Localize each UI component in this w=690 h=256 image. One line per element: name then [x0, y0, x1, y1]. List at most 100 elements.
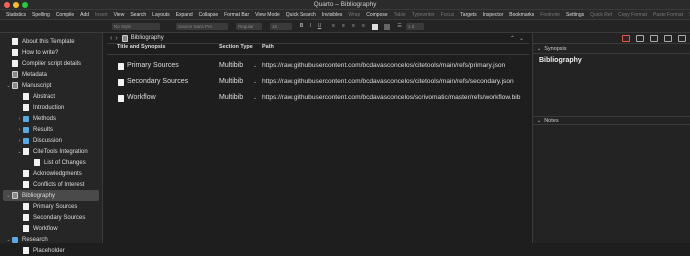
- highlight-color-swatch[interactable]: [384, 23, 390, 30]
- row-path[interactable]: https://raw.githubusercontent.com/bcdava…: [262, 94, 520, 101]
- line-spacing-select[interactable]: 1.0: [406, 23, 424, 30]
- text-color-swatch[interactable]: [372, 23, 378, 30]
- binder-item[interactable]: ⌄ Bibliography: [3, 190, 99, 201]
- back-icon[interactable]: ‹: [110, 35, 112, 42]
- notes-section-header[interactable]: ⌄ Notes: [533, 116, 690, 125]
- font-size-field[interactable]: 16: [270, 23, 292, 30]
- binder-item[interactable]: Conflicts of Interest: [0, 179, 103, 190]
- toolbar-button[interactable]: Copy Format: [615, 12, 650, 18]
- toolbar-button[interactable]: Invisibles: [319, 12, 346, 18]
- toolbar-button[interactable]: View Mode: [252, 12, 283, 18]
- metadata-tab-icon[interactable]: [650, 35, 658, 42]
- toolbar-button[interactable]: Add: [77, 12, 92, 18]
- forward-icon[interactable]: ›: [115, 35, 117, 42]
- toolbar-button[interactable]: Layouts: [149, 12, 173, 18]
- comments-tab-icon[interactable]: [678, 35, 686, 42]
- binder-item[interactable]: Primary Sources: [0, 201, 103, 212]
- list-icon[interactable]: ☰: [396, 23, 403, 30]
- toolbar-button[interactable]: Focus: [438, 12, 458, 18]
- notes-tab-icon[interactable]: [622, 35, 630, 42]
- outline-row[interactable]: Secondary Sources Multibib ⌄ https://raw.gi…: [107, 75, 529, 90]
- toolbar-button[interactable]: Paste Format: [650, 12, 686, 18]
- toolbar-button[interactable]: Collapse: [196, 12, 221, 18]
- snapshots-tab-icon[interactable]: [664, 35, 672, 42]
- binder-item[interactable]: About this Template: [0, 36, 103, 47]
- chevron-down-icon[interactable]: ⌄: [6, 237, 11, 243]
- binder-item[interactable]: Abstract: [0, 91, 103, 102]
- column-header-title[interactable]: Title and Synopsis: [117, 44, 166, 54]
- style-select[interactable]: No Style: [112, 23, 160, 30]
- row-section-type[interactable]: Multibib: [219, 78, 243, 85]
- toolbar-button[interactable]: Inspector: [480, 12, 507, 18]
- synopsis-title[interactable]: Bibliography: [539, 57, 582, 64]
- toolbar-button[interactable]: Quick Ref: [587, 12, 615, 18]
- font-family-select[interactable]: Source Sans Pro: [176, 23, 228, 30]
- binder-item[interactable]: ⌄ Manuscript: [0, 80, 103, 91]
- column-header-section-type[interactable]: Section Type: [219, 44, 253, 54]
- chevron-down-icon[interactable]: ⌄: [6, 193, 11, 199]
- binder-item[interactable]: › Methods: [0, 113, 103, 124]
- bold-button[interactable]: B: [298, 23, 305, 30]
- row-title[interactable]: Workflow: [127, 94, 156, 101]
- column-header-path[interactable]: Path: [262, 44, 274, 54]
- toolbar-button[interactable]: Snapshot: [686, 12, 690, 18]
- binder-item[interactable]: How to write?: [0, 47, 103, 58]
- toolbar-button[interactable]: Settings: [563, 12, 587, 18]
- binder-item[interactable]: Acknowledgments: [0, 168, 103, 179]
- toolbar-button[interactable]: Spelling: [29, 12, 53, 18]
- row-title[interactable]: Primary Sources: [127, 62, 179, 69]
- toolbar-button[interactable]: Bookmarks: [506, 12, 537, 18]
- binder-item[interactable]: Placeholder: [0, 245, 103, 256]
- align-justify-icon[interactable]: ≡: [350, 23, 357, 30]
- toolbar-button[interactable]: Statistics: [3, 12, 29, 18]
- align-center-icon[interactable]: ≡: [340, 23, 347, 30]
- binder-item[interactable]: › Results: [0, 124, 103, 135]
- binder-item[interactable]: Introduction: [0, 102, 103, 113]
- toolbar-button[interactable]: Quick Search: [283, 12, 319, 18]
- toolbar-button[interactable]: Targets: [457, 12, 479, 18]
- binder-item[interactable]: Workflow: [0, 223, 103, 234]
- toolbar-button[interactable]: Insert: [92, 12, 111, 18]
- bookmarks-tab-icon[interactable]: [636, 35, 644, 42]
- outline-row[interactable]: Workflow Multibib ⌄ https://raw.githubuserc…: [107, 91, 529, 106]
- binder-item[interactable]: ⌄ CiteTools Integration: [0, 146, 103, 157]
- synopsis-section-header[interactable]: ⌄ Synopsis: [533, 45, 690, 54]
- toolbar-button[interactable]: Wrap: [345, 12, 363, 18]
- font-weight-select[interactable]: Regular: [236, 23, 262, 30]
- chevron-down-icon[interactable]: ⌄: [17, 149, 22, 155]
- row-path[interactable]: https://raw.githubusercontent.com/bcdava…: [262, 62, 505, 69]
- toolbar-button[interactable]: View: [111, 12, 128, 18]
- row-section-type[interactable]: Multibib: [219, 94, 243, 101]
- section-type-dropdown-icon[interactable]: ⌄: [253, 63, 257, 69]
- toolbar-button[interactable]: Format Bar: [221, 12, 252, 18]
- toolbar-button[interactable]: Table: [391, 12, 409, 18]
- binder-item[interactable]: › Discussion: [0, 135, 103, 146]
- navigate-down-icon[interactable]: ⌄: [519, 35, 524, 42]
- chevron-right-icon[interactable]: ›: [17, 116, 22, 122]
- navigate-up-icon[interactable]: ⌃: [510, 35, 515, 42]
- section-type-dropdown-icon[interactable]: ⌄: [253, 79, 257, 85]
- toolbar-button[interactable]: Typewriter: [409, 12, 438, 18]
- outline-row[interactable]: Primary Sources Multibib ⌄ https://raw.gith…: [107, 59, 529, 74]
- italic-button[interactable]: I: [307, 23, 314, 30]
- row-title[interactable]: Secondary Sources: [127, 78, 188, 85]
- row-section-type[interactable]: Multibib: [219, 62, 243, 69]
- chevron-right-icon[interactable]: ›: [17, 127, 22, 133]
- binder-item[interactable]: ⌄ Research: [0, 234, 103, 245]
- binder-item[interactable]: Secondary Sources: [0, 212, 103, 223]
- binder-item[interactable]: List of Changes: [0, 157, 103, 168]
- underline-button[interactable]: U: [316, 23, 323, 30]
- toolbar-button[interactable]: Compile: [53, 12, 77, 18]
- align-right-icon[interactable]: ≡: [360, 23, 367, 30]
- row-path[interactable]: https://raw.githubusercontent.com/bcdava…: [262, 78, 514, 85]
- binder-item[interactable]: Metadata: [0, 69, 103, 80]
- binder-item[interactable]: Compiler script details: [0, 58, 103, 69]
- toolbar-button[interactable]: Search: [127, 12, 149, 18]
- align-left-icon[interactable]: ≡: [330, 23, 337, 30]
- toolbar-button[interactable]: Footnote: [537, 12, 563, 18]
- toolbar-button[interactable]: Compose: [363, 12, 390, 18]
- section-type-dropdown-icon[interactable]: ⌄: [253, 95, 257, 101]
- toolbar-button[interactable]: Expand: [173, 12, 196, 18]
- chevron-down-icon[interactable]: ⌄: [6, 83, 11, 89]
- chevron-right-icon[interactable]: ›: [17, 138, 22, 144]
